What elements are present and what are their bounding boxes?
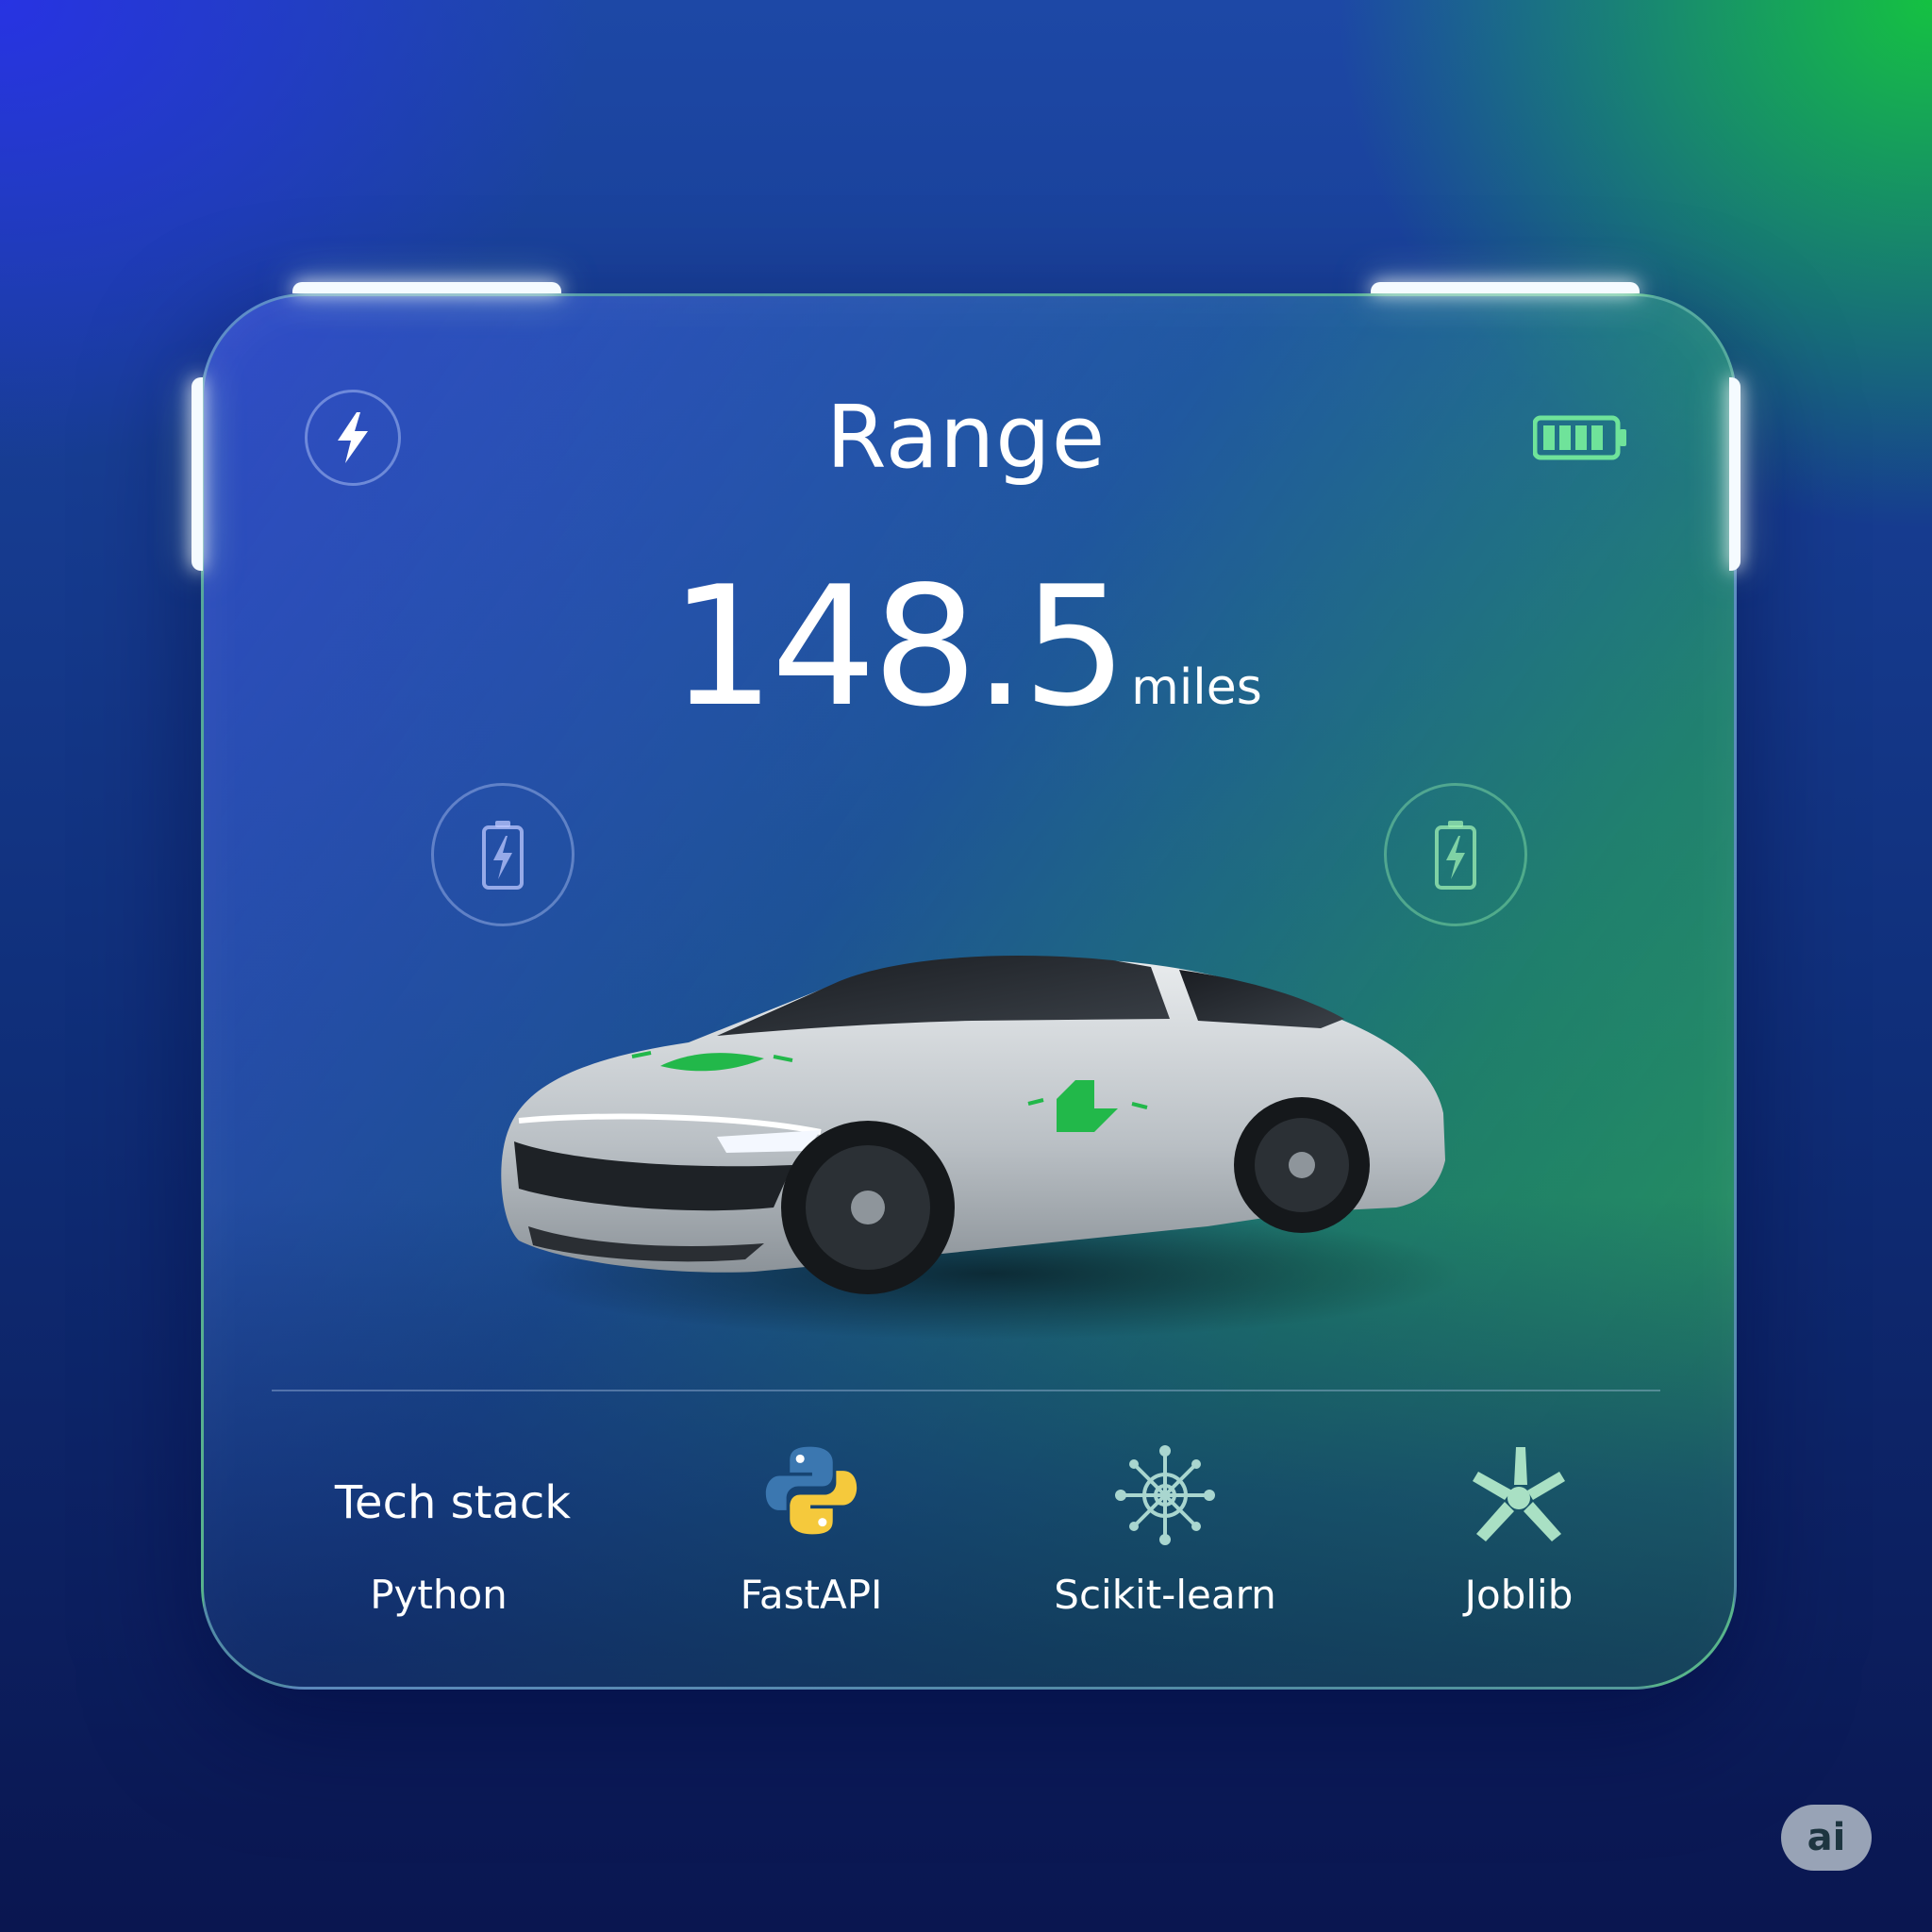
tech-stack-item-label: Joblib [1464,1572,1574,1618]
tech-stack-heading: Tech stack [334,1476,572,1529]
joblib-star-icon [1473,1447,1565,1541]
ai-badge[interactable]: ai [1781,1805,1872,1871]
glow-accent-top-right [1371,282,1640,293]
tech-stack-item-label: Scikit-learn [1054,1572,1276,1618]
python-logo-icon [765,1446,858,1535]
range-unit: miles [1131,659,1262,716]
range-readout: 148.5 miles [0,552,1932,743]
range-title: Range [825,387,1107,488]
network-snowflake-icon [1115,1445,1215,1545]
tech-stack-item-scikit-learn: Scikit-learn [1038,1443,1292,1618]
tech-stack-item-python: Python [370,1572,508,1618]
glow-accent-top-left [292,282,561,293]
tech-stack-item-fastapi: FastAPI [717,1443,906,1618]
tech-stack-item-joblib: Joblib [1424,1443,1613,1618]
section-divider [272,1390,1660,1391]
tech-stack-item-label: FastAPI [740,1572,883,1618]
range-value: 148.5 [670,552,1127,743]
electric-car-image [501,956,1462,1340]
